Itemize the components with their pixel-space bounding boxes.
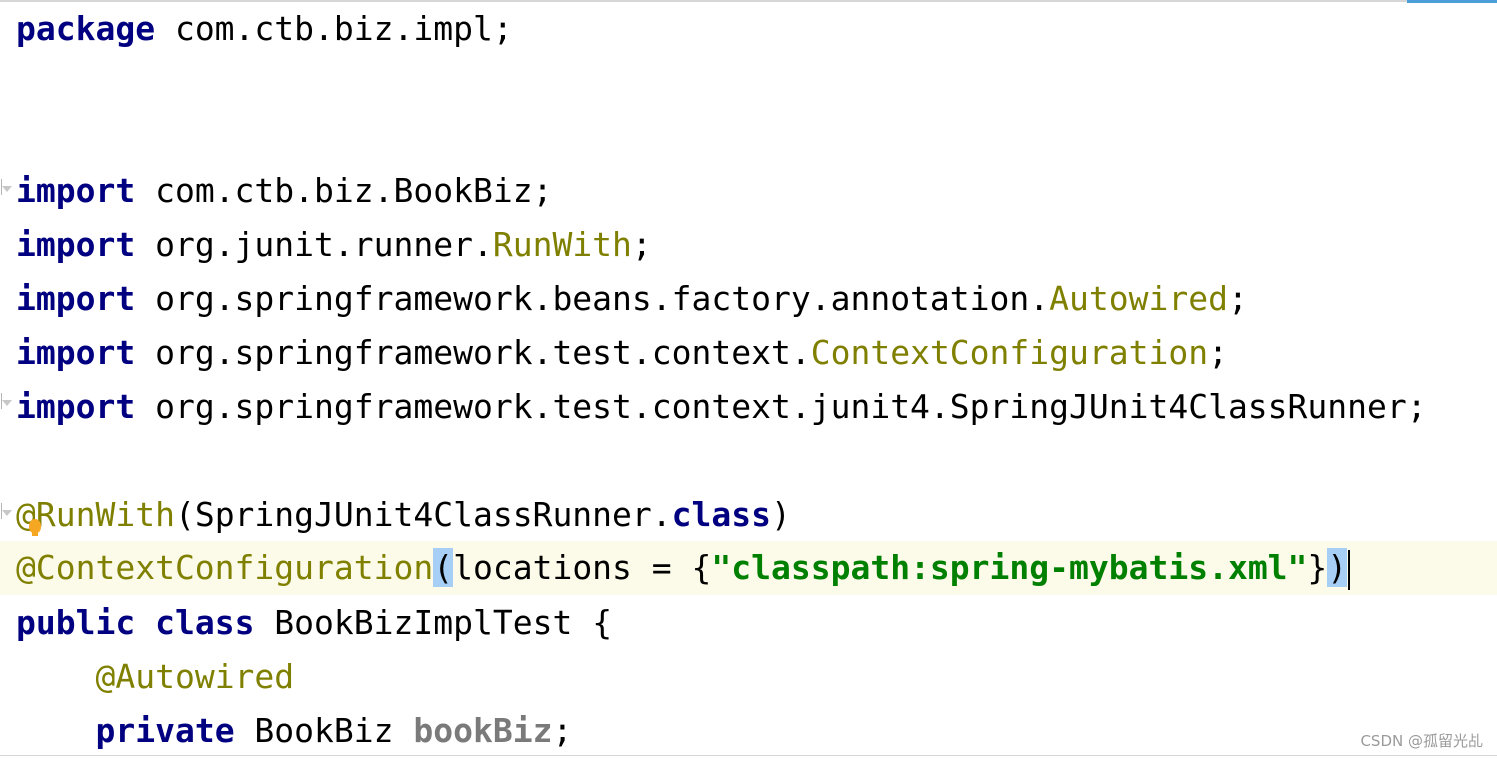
keyword-import: import <box>16 279 136 318</box>
annotation-contextconfiguration: @ContextConfiguration <box>16 548 434 587</box>
watermark: CSDN @孤留光乩 <box>1360 732 1483 750</box>
keyword-import: import <box>16 225 136 264</box>
matched-paren-open: ( <box>433 548 454 587</box>
fold-marker-icon[interactable] <box>1 179 12 195</box>
code-line-contextconfiguration[interactable]: @ContextConfiguration(locations = {"clas… <box>0 541 1497 595</box>
import-class: RunWith <box>492 225 632 264</box>
locations-arg: locations = { <box>453 548 712 587</box>
import-path: org.springframework.test.context. <box>135 333 811 372</box>
code-line-import[interactable]: import org.springframework.test.context.… <box>16 380 1427 434</box>
end-brace: } <box>1307 548 1328 587</box>
keyword-class: class <box>155 603 255 642</box>
code-line-field[interactable]: private BookBiz bookBiz; <box>16 704 572 758</box>
string-literal: "classpath:spring-mybatis.xml" <box>711 548 1308 587</box>
matched-paren-close: ) <box>1327 548 1348 587</box>
fold-marker-icon[interactable] <box>1 503 12 519</box>
keyword-public: public <box>16 603 136 642</box>
import-path: com.ctb.biz.BookBiz; <box>135 171 553 210</box>
import-end: ; <box>1227 279 1248 318</box>
code-line-import[interactable]: import com.ctb.biz.BookBiz; <box>16 164 552 218</box>
code-line-import[interactable]: import org.springframework.beans.factory… <box>16 272 1248 326</box>
keyword-import: import <box>16 333 136 372</box>
code-line-import[interactable]: import org.junit.runner.RunWith; <box>16 218 652 272</box>
text-caret <box>1348 549 1351 590</box>
lightbulb-icon[interactable] <box>29 519 41 536</box>
import-class: ContextConfiguration <box>810 333 1209 372</box>
fold-marker-icon[interactable] <box>1 393 12 409</box>
runwith-close: ) <box>771 495 791 534</box>
annotation-runwith: RunWith <box>35 495 175 534</box>
field-type: BookBiz <box>234 711 414 750</box>
keyword-import: import <box>16 171 136 210</box>
field-name: bookBiz <box>413 711 553 750</box>
class-name: BookBizImplTest { <box>254 603 613 642</box>
keyword-private: private <box>95 711 235 750</box>
editor-bottom-border <box>0 755 1497 756</box>
import-end: ; <box>1208 333 1228 372</box>
import-end: ; <box>631 225 652 264</box>
runwith-args: (SpringJUnit4ClassRunner. <box>174 495 672 534</box>
code-line-package[interactable]: package com.ctb.biz.impl; <box>16 2 513 56</box>
keyword-import: import <box>16 387 136 426</box>
code-line-autowired[interactable]: @Autowired <box>16 650 294 704</box>
keyword-package: package <box>16 9 156 48</box>
editor-tab-accent <box>1407 0 1497 3</box>
code-line-import[interactable]: import org.springframework.test.context.… <box>16 326 1228 380</box>
code-editor[interactable]: package com.ctb.biz.impl; import com.ctb… <box>0 0 1497 759</box>
package-name: com.ctb.biz.impl; <box>155 9 513 48</box>
keyword-class: class <box>671 495 771 534</box>
annotation-autowired: @Autowired <box>95 657 295 696</box>
import-path: org.springframework.beans.factory.annota… <box>135 279 1050 318</box>
import-path: org.junit.runner. <box>135 225 493 264</box>
code-line-runwith[interactable]: @RunWith(SpringJUnit4ClassRunner.class) <box>16 488 791 542</box>
code-line-class-declaration[interactable]: public class BookBizImplTest { <box>16 596 612 650</box>
field-end: ; <box>552 711 573 750</box>
import-path: org.springframework.test.context.junit4.… <box>135 387 1427 426</box>
import-class: Autowired <box>1049 279 1228 318</box>
